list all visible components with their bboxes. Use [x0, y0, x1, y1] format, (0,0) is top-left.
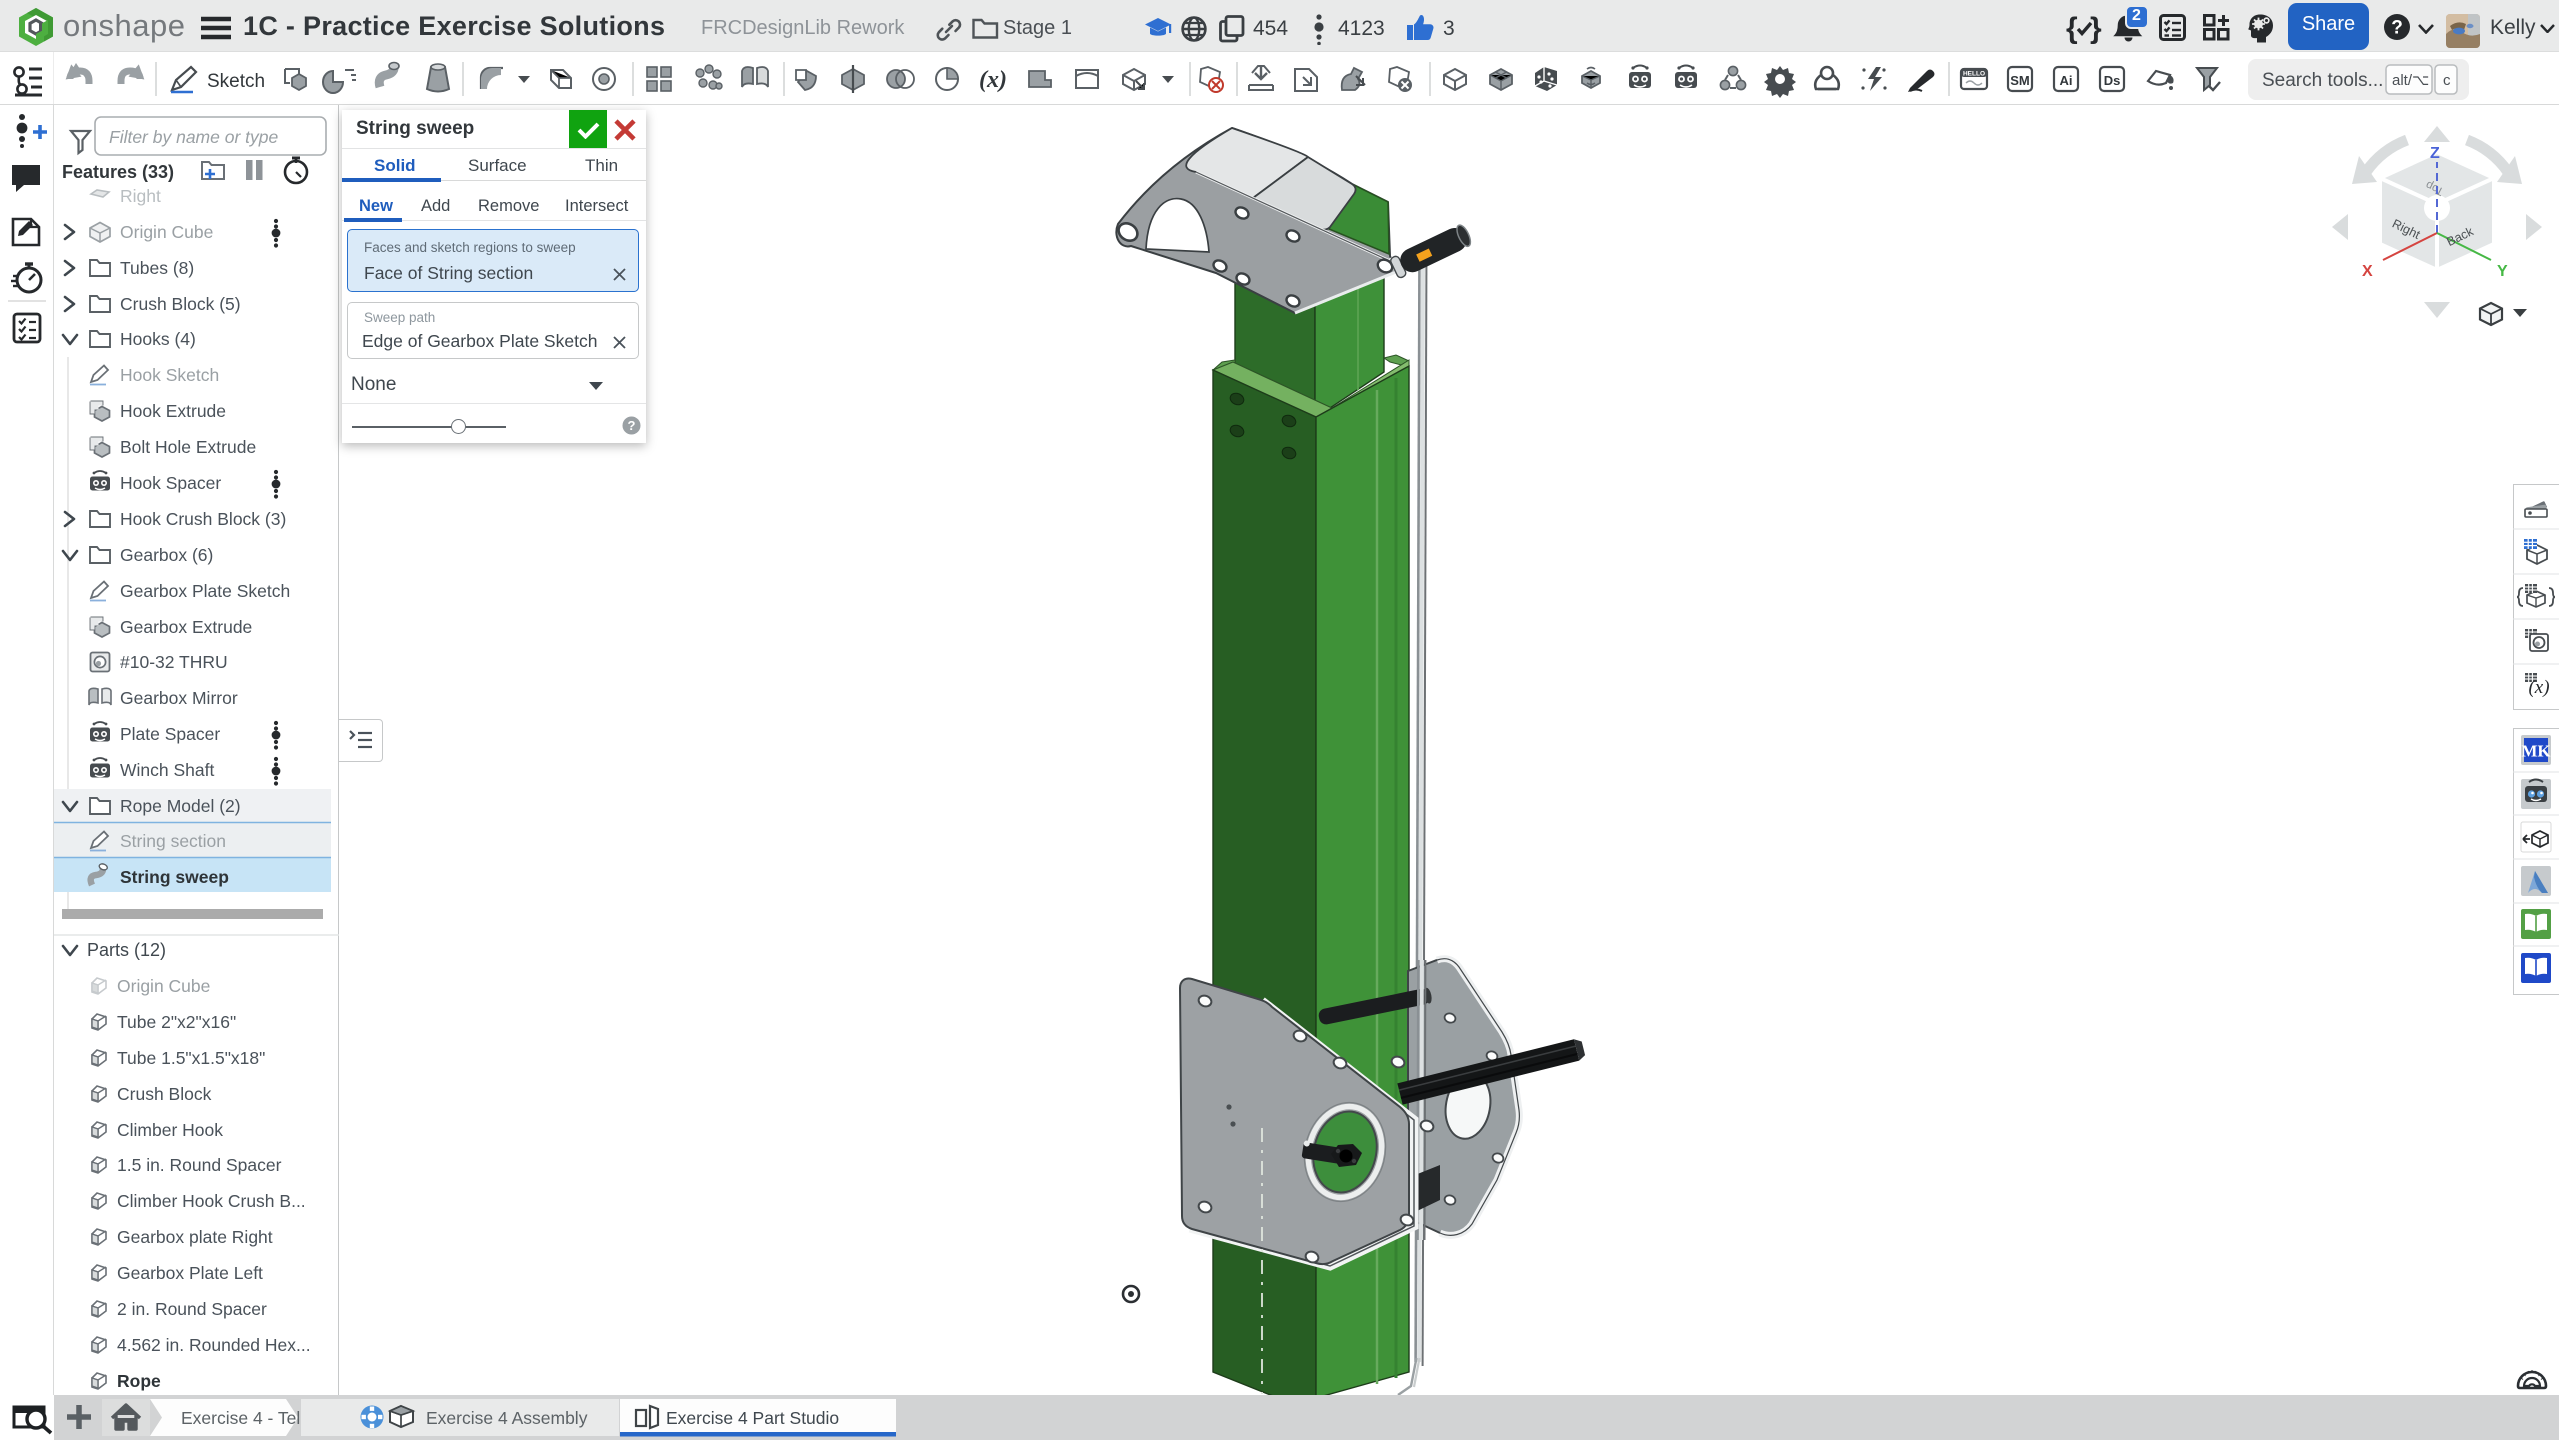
svg-text:Gearbox plate Right: Gearbox plate Right: [117, 1227, 273, 1247]
svg-text:Bolt Hole Extrude: Bolt Hole Extrude: [120, 437, 256, 457]
svg-text:?: ?: [628, 418, 636, 433]
svg-text:Hooks (4): Hooks (4): [120, 329, 196, 349]
svg-text:Gearbox Extrude: Gearbox Extrude: [120, 617, 252, 637]
svg-text:(x): (x): [2528, 677, 2549, 698]
svg-text:Search tools...: Search tools...: [2262, 70, 2383, 91]
svg-text:Climber Hook: Climber Hook: [117, 1120, 223, 1140]
svg-text:Plate Spacer: Plate Spacer: [120, 724, 220, 744]
svg-text:Crush Block (5): Crush Block (5): [120, 294, 241, 314]
svg-text:Gearbox Plate Left: Gearbox Plate Left: [117, 1263, 263, 1283]
svg-text:Hook Crush Block (3): Hook Crush Block (3): [120, 509, 286, 529]
svg-text:Tube 1.5"x1.5"x18": Tube 1.5"x1.5"x18": [117, 1048, 265, 1068]
svg-text:Gearbox (6): Gearbox (6): [120, 545, 213, 565]
svg-text:Climber Hook Crush B...: Climber Hook Crush B...: [117, 1191, 306, 1211]
svg-text:Y: Y: [2497, 263, 2508, 280]
svg-text:SM: SM: [2010, 73, 2030, 88]
svg-text:#10-32 THRU: #10-32 THRU: [120, 652, 228, 672]
svg-text:Sketch: Sketch: [207, 71, 265, 92]
svg-text:String sweep: String sweep: [120, 867, 229, 887]
svg-text:Z: Z: [2430, 145, 2440, 162]
svg-text:Gearbox Plate Sketch: Gearbox Plate Sketch: [120, 581, 290, 601]
svg-text:Exercise 4 Part Studio: Exercise 4 Part Studio: [666, 1408, 839, 1428]
svg-text:Tube 2"x2"x16": Tube 2"x2"x16": [117, 1012, 236, 1032]
svg-text:Right: Right: [120, 186, 161, 206]
svg-text:(x): (x): [979, 67, 1007, 93]
svg-text:Hook Spacer: Hook Spacer: [120, 473, 221, 493]
svg-text:Exercise 4 Assembly: Exercise 4 Assembly: [426, 1408, 588, 1428]
svg-text:Exercise 4 - Tel: Exercise 4 - Tel: [181, 1408, 300, 1428]
svg-text:Hook Sketch: Hook Sketch: [120, 365, 219, 385]
svg-text:Winch Shaft: Winch Shaft: [120, 760, 214, 780]
svg-text:2 in. Round Spacer: 2 in. Round Spacer: [117, 1299, 267, 1319]
svg-text:?: ?: [2391, 18, 2403, 39]
svg-text:4.562 in. Rounded Hex...: 4.562 in. Rounded Hex...: [117, 1335, 311, 1355]
svg-text:String section: String section: [120, 831, 226, 851]
svg-text:Origin Cube: Origin Cube: [117, 976, 210, 996]
svg-text:Hook Extrude: Hook Extrude: [120, 401, 226, 421]
svg-text:Ds: Ds: [2104, 73, 2121, 88]
svg-text:Parts (12): Parts (12): [87, 940, 166, 960]
svg-text:MK: MK: [2521, 742, 2551, 761]
svg-text:1.5 in. Round Spacer: 1.5 in. Round Spacer: [117, 1155, 282, 1175]
svg-text:Features (33): Features (33): [62, 162, 174, 182]
svg-text:HELLO: HELLO: [1963, 71, 1985, 78]
svg-text:Crush Block: Crush Block: [117, 1084, 212, 1104]
svg-text:alt/⌥: alt/⌥: [2392, 72, 2429, 89]
svg-text:c: c: [2443, 72, 2451, 89]
svg-text:Tubes (8): Tubes (8): [120, 258, 194, 278]
svg-text:Gearbox Mirror: Gearbox Mirror: [120, 688, 238, 708]
svg-text:X: X: [2362, 263, 2373, 280]
svg-text:Filter by name or type: Filter by name or type: [109, 127, 278, 147]
svg-text:Rope Model (2): Rope Model (2): [120, 796, 241, 816]
svg-text:Ai: Ai: [2060, 73, 2073, 88]
svg-text:Origin Cube: Origin Cube: [120, 222, 213, 242]
